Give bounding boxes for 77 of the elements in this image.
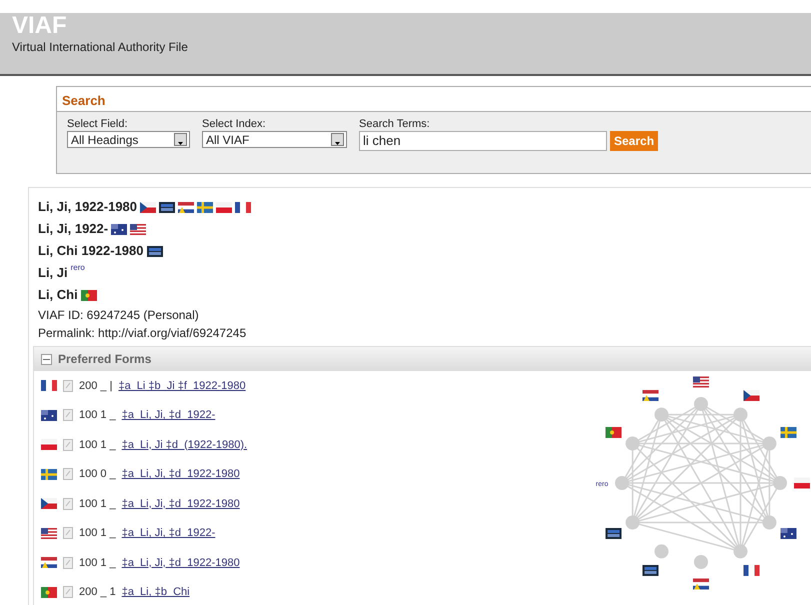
marc-tag: 100 1 _ [79,436,116,453]
graph-node[interactable] [762,436,776,450]
flag-icon[interactable] [780,528,796,539]
flag-icon[interactable] [235,202,252,212]
field-label: Select Field: [67,118,129,131]
flag-icon[interactable] [41,410,57,421]
flag-icon[interactable] [41,498,57,510]
flag-icon[interactable] [780,427,796,438]
marc-tag: 100 1 _ [79,554,116,571]
marc-tag: 100 0 _ [79,466,116,482]
heading-name[interactable]: Li, Chi [38,287,78,303]
flag-icon[interactable] [606,427,622,438]
search-field[interactable]: li chen [359,131,607,151]
heading-name[interactable]: Li, Ji [38,265,68,281]
flag-icon[interactable] [744,564,760,576]
marc-tag: 100 1 _ [79,525,116,542]
record-link[interactable]: ‡a Li, Ji, ‡d 1922- [122,525,216,542]
graph-node[interactable] [773,476,787,490]
panel-title: Preferred Forms [58,351,152,368]
marc-tag: 100 1 _ [79,496,116,512]
graph-node[interactable] [654,544,668,558]
record-link[interactable]: ‡a Li, Ji, ‡d 1922-1980 [122,496,240,512]
record-link[interactable]: ‡a Li ‡b Ji ‡f 1922-1980 [118,378,246,394]
flag-icon[interactable] [216,202,232,212]
graph-node[interactable] [694,397,708,411]
field-label: Search Terms: [359,118,431,131]
library-logo[interactable]: rero [70,262,85,274]
flag-icon[interactable] [197,202,214,212]
flag-icon[interactable] [693,376,709,388]
caret-icon [174,133,187,146]
collapse-icon[interactable] [41,354,52,364]
flag-icon[interactable] [642,390,658,402]
flag-icon[interactable] [41,528,57,539]
flag-icon[interactable] [80,290,97,300]
dropdown-field[interactable]: All Headings [67,131,190,148]
graph-node[interactable] [734,544,748,558]
heading-name[interactable]: Li, Chi 1922-1980 [38,243,144,259]
flag-icon[interactable] [744,390,760,402]
record-link[interactable]: ‡a Li, Ji, ‡d 1922- [122,407,216,424]
graph-node[interactable] [626,436,640,450]
flag-icon[interactable] [178,202,194,212]
panel-title: Search [62,93,106,108]
flag-icon[interactable] [130,224,146,234]
library-logo-icon[interactable] [642,564,658,576]
field-label: Select Index: [202,118,267,131]
library-logo-icon[interactable] [146,246,162,256]
caret-icon [331,133,344,146]
heading-name[interactable]: Li, Ji, 1922-1980 [38,199,138,215]
graph-node[interactable] [762,516,776,530]
record-link[interactable]: ‡a Li, Ji, ‡d 1922-1980 [122,466,240,482]
flag-icon[interactable] [41,439,57,450]
graph-node[interactable] [734,408,748,422]
record-link[interactable]: ‡a Li, ‡b Chi [122,584,190,600]
flag-icon[interactable] [41,586,57,598]
flag-icon[interactable] [41,380,57,392]
library-logo-icon[interactable] [606,528,622,539]
viaf-id-text: VIAF ID: 69247245 (Personal) [38,308,199,323]
graph-node[interactable] [626,516,640,530]
graph-node[interactable] [694,555,708,569]
marc-tag: 200 _ 1 [79,584,116,600]
permalink-text: Permalink: http://viaf.org/viaf/69247245 [38,326,246,341]
marc-tag: 200 _ | [79,378,112,394]
graph-node[interactable] [654,408,668,422]
flag-icon[interactable] [41,468,57,480]
site-subtitle: Virtual International Authority File [12,40,188,54]
flag-icon[interactable] [41,557,57,568]
record-link[interactable]: ‡a Li, Ji ‡d (1922-1980). [122,436,248,453]
flag-icon[interactable] [140,202,156,212]
library-logo-icon[interactable] [159,202,176,212]
flag-icon[interactable] [794,478,810,488]
flag-icon[interactable] [693,578,709,590]
dropdown-field[interactable]: All VIAF [202,131,347,148]
flag-icon[interactable] [111,224,128,234]
record-link[interactable]: ‡a Li, Ji, ‡d 1922-1980 [122,554,240,571]
graph-node[interactable] [615,476,629,490]
marc-tag: 100 1 _ [79,407,116,424]
heading-name[interactable]: Li, Ji, 1922- [38,221,108,237]
